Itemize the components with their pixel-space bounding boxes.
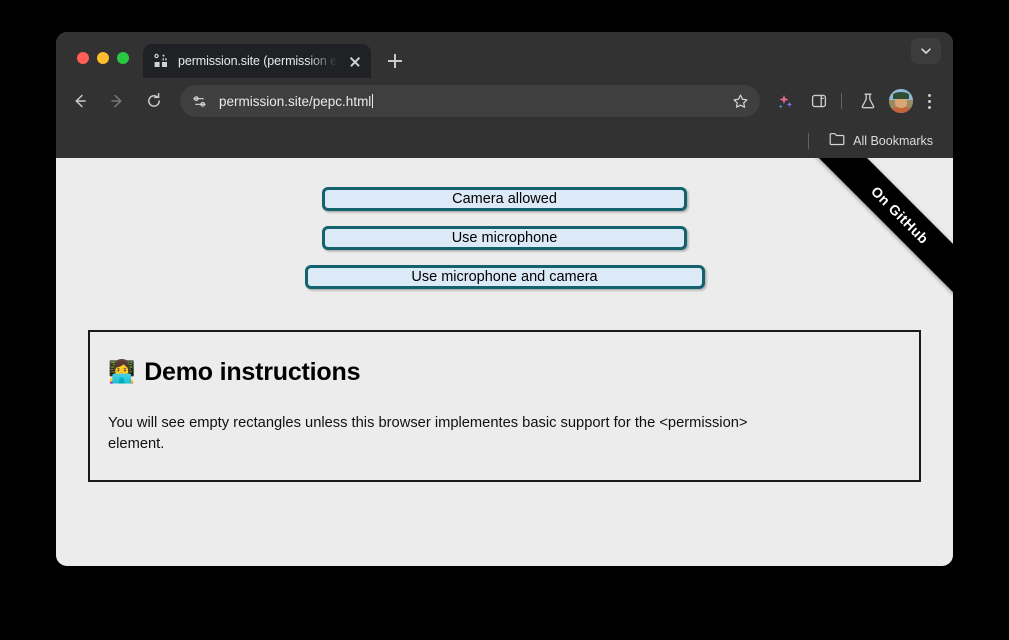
tab-search-button[interactable] (911, 38, 941, 64)
toolbar-divider (841, 93, 842, 109)
folder-icon (829, 132, 845, 151)
permission-site-favicon-icon (153, 53, 169, 69)
bookmarks-divider (808, 133, 809, 149)
demo-instructions-box: 👩‍💻 Demo instructions You will see empty… (88, 330, 921, 482)
window-controls (56, 52, 141, 78)
permission-button-use-microphone[interactable]: Use microphone (322, 226, 687, 250)
reload-button[interactable] (138, 85, 170, 117)
profile-avatar[interactable] (889, 89, 913, 113)
browser-toolbar: permission.site/pepc.html (56, 78, 953, 124)
demo-instructions-body: You will see empty rectangles unless thi… (108, 413, 798, 456)
tab-strip: permission.site (permission e (56, 32, 953, 78)
close-window-button[interactable] (77, 52, 89, 64)
tune-icon[interactable] (187, 89, 211, 113)
forward-button[interactable] (101, 85, 133, 117)
browser-window: permission.site (permission e (56, 32, 953, 566)
address-bar[interactable]: permission.site/pepc.html (180, 85, 760, 117)
arrow-right-icon (108, 92, 126, 110)
arrow-left-icon (71, 92, 89, 110)
minimize-window-button[interactable] (97, 52, 109, 64)
bookmark-star-icon[interactable] (726, 87, 754, 115)
chevron-down-icon (920, 45, 932, 57)
gemini-sparkle-icon[interactable] (770, 86, 800, 116)
woman-technologist-emoji-icon: 👩‍💻 (108, 362, 135, 384)
demo-instructions-heading: 👩‍💻 Demo instructions (108, 358, 901, 387)
new-tab-button[interactable] (381, 47, 409, 75)
permission-button-use-microphone-and-camera[interactable]: Use microphone and camera (305, 265, 705, 289)
address-bar-text[interactable]: permission.site/pepc.html (219, 94, 726, 109)
close-tab-icon[interactable] (345, 51, 365, 71)
tab-title: permission.site (permission e (178, 54, 343, 68)
reload-icon (145, 92, 163, 110)
flask-icon[interactable] (853, 86, 883, 116)
all-bookmarks-label: All Bookmarks (853, 134, 933, 148)
back-button[interactable] (64, 85, 96, 117)
page-viewport: On GitHub Camera allowed Use microphone … (56, 158, 953, 566)
permission-buttons-group: Camera allowed Use microphone Use microp… (56, 158, 953, 289)
maximize-window-button[interactable] (117, 52, 129, 64)
bookmarks-bar: All Bookmarks (56, 124, 953, 158)
permission-button-camera-allowed[interactable]: Camera allowed (322, 187, 687, 211)
chrome-menu-button[interactable] (915, 87, 943, 115)
demo-instructions-title: Demo instructions (144, 358, 360, 387)
side-panel-icon[interactable] (804, 86, 834, 116)
browser-tab-active[interactable]: permission.site (permission e (143, 44, 371, 78)
all-bookmarks-button[interactable]: All Bookmarks (823, 128, 939, 155)
